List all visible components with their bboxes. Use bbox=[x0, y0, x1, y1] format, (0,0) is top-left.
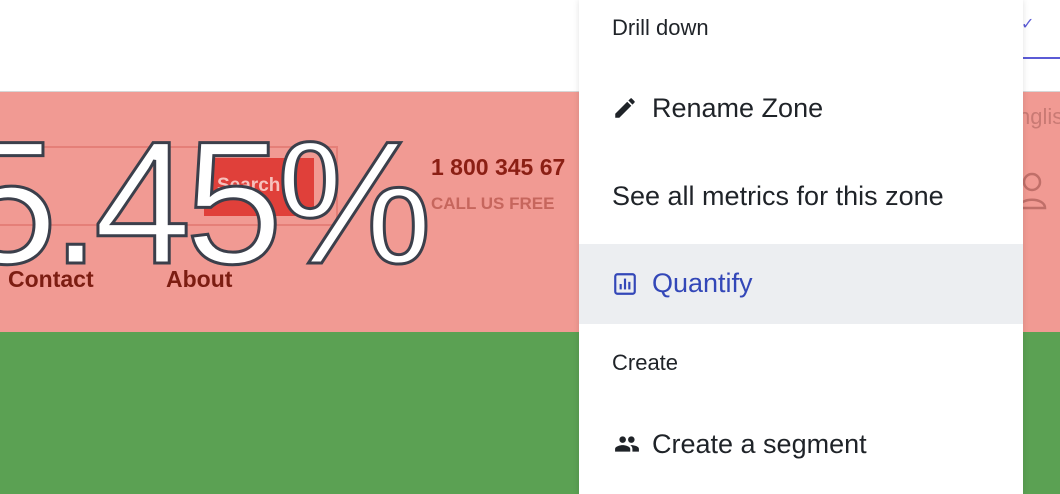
people-icon bbox=[612, 431, 642, 464]
menu-item-label: Create a segment bbox=[652, 429, 867, 459]
menu-item-create[interactable]: Create bbox=[579, 334, 1023, 392]
menu-item-drill-down[interactable]: Drill down bbox=[579, 0, 1023, 58]
menu-item-label: Drill down bbox=[612, 15, 709, 40]
menu-item-see-all-metrics[interactable]: See all metrics for this zone bbox=[579, 154, 1023, 240]
language-selector[interactable]: nglish bbox=[1018, 104, 1060, 130]
menu-item-label: Rename Zone bbox=[652, 93, 824, 123]
call-us-label: CALL US FREE bbox=[431, 194, 555, 213]
zone-context-menu: Drill down Rename Zone See all metrics f… bbox=[579, 0, 1023, 494]
menu-item-label: See all metrics for this zone bbox=[612, 181, 944, 211]
active-tab-underline bbox=[1022, 57, 1060, 59]
zone-metric-value: 5.45% bbox=[0, 106, 434, 301]
chart-icon bbox=[612, 271, 638, 304]
menu-item-rename-zone[interactable]: Rename Zone bbox=[579, 66, 1023, 152]
phone-number: 1 800 345 67 bbox=[431, 154, 566, 180]
menu-item-create-segment[interactable]: Create a segment bbox=[579, 402, 1023, 488]
pencil-icon bbox=[612, 95, 638, 128]
menu-item-label: Quantify bbox=[652, 268, 753, 298]
check-icon: ✓ bbox=[1021, 16, 1035, 33]
menu-item-quantify[interactable]: Quantify bbox=[579, 244, 1023, 324]
menu-item-label: Create bbox=[612, 350, 679, 375]
